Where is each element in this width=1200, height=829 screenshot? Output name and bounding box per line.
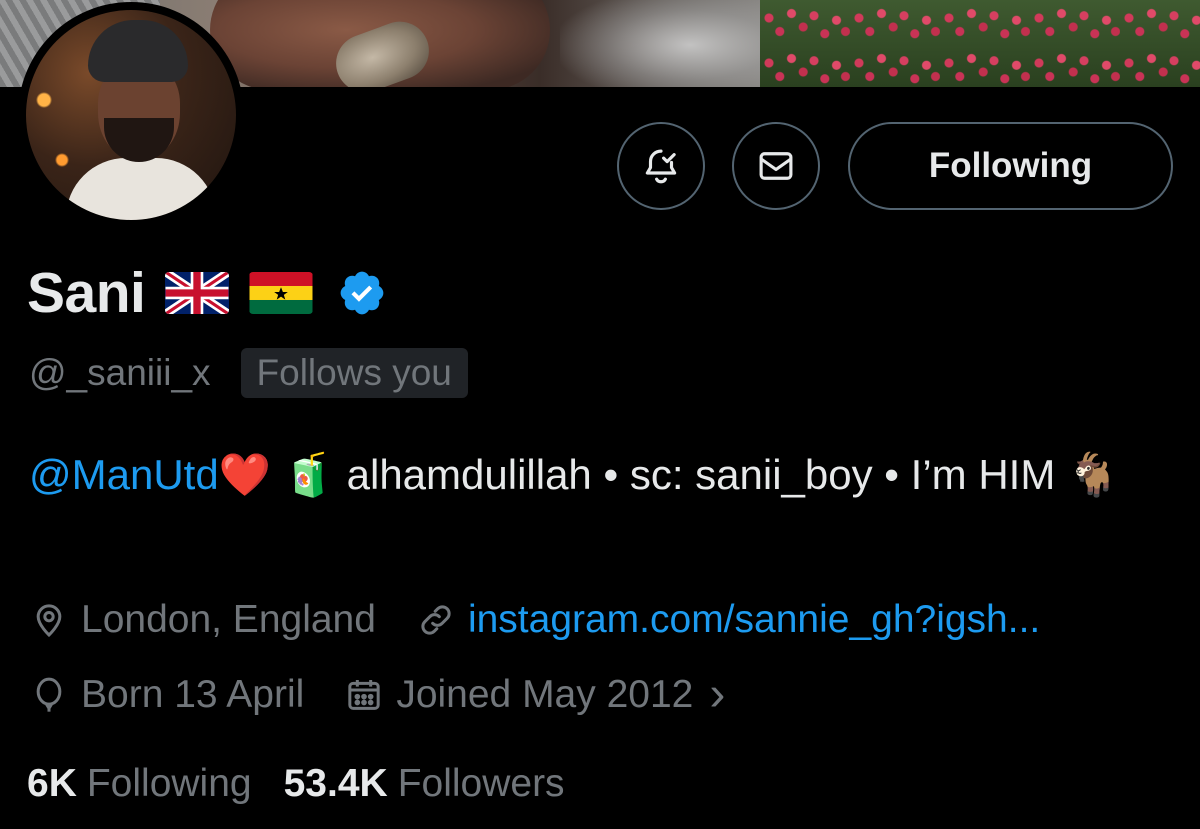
following-button[interactable]: Following bbox=[848, 122, 1173, 210]
chevron-right-icon: › bbox=[709, 668, 726, 721]
website-link[interactable]: instagram.com/sannie_gh?igsh... bbox=[468, 598, 1040, 642]
location-pin-icon bbox=[36, 604, 62, 638]
joined-item[interactable]: Joined May 2012 › bbox=[344, 668, 726, 721]
profile-name-row: Sani bbox=[27, 258, 387, 328]
following-label: Following bbox=[86, 762, 252, 805]
verified-badge-icon[interactable] bbox=[337, 268, 387, 318]
followers-count: 53.4K bbox=[283, 762, 388, 805]
balloon-icon bbox=[36, 677, 62, 712]
bell-check-icon bbox=[645, 149, 677, 184]
location-text: London, England bbox=[81, 598, 376, 641]
profile-meta-row-2: Born 13 April Joined May 2012 › bbox=[29, 667, 725, 723]
birthday-text: Born 13 April bbox=[81, 673, 305, 716]
heart-emoji: ❤️ bbox=[218, 450, 271, 499]
location-item: London, England bbox=[29, 598, 376, 642]
ghana-flag-icon bbox=[249, 272, 313, 314]
followers-stat[interactable]: 53.4K Followers bbox=[284, 762, 565, 806]
bio-text: alhamdulillah • sc: sanii_boy • I’m HIM bbox=[334, 451, 1067, 498]
banner-flowers-image bbox=[760, 0, 1200, 87]
follows-you-badge: Follows you bbox=[240, 348, 468, 398]
joined-text: Joined May 2012 bbox=[396, 673, 694, 716]
calendar-icon bbox=[348, 680, 380, 710]
profile-name: Sani bbox=[27, 261, 146, 325]
profile-handle: @_saniii_x bbox=[29, 352, 211, 393]
birthday-item: Born 13 April bbox=[29, 673, 304, 717]
avatar[interactable] bbox=[18, 2, 244, 228]
followers-label: Followers bbox=[397, 762, 565, 805]
juice-box-emoji: 🧃 bbox=[282, 450, 335, 499]
handle-row: @_saniii_x Follows you bbox=[29, 346, 468, 400]
following-count: 6K bbox=[27, 762, 77, 805]
bio-mention-link[interactable]: @ManUtd bbox=[29, 451, 219, 498]
profile-bio: @ManUtd❤️ 🧃 alhamdulillah • sc: sanii_bo… bbox=[29, 443, 1169, 506]
notifications-button[interactable] bbox=[617, 122, 705, 210]
link-icon bbox=[421, 605, 451, 635]
message-button[interactable] bbox=[732, 122, 820, 210]
uk-flag-icon bbox=[165, 272, 230, 314]
following-stat[interactable]: 6K Following bbox=[27, 762, 252, 806]
goat-emoji: 🐐 bbox=[1066, 450, 1120, 499]
avatar-photo bbox=[26, 10, 236, 220]
website-item[interactable]: instagram.com/sannie_gh?igsh... bbox=[416, 598, 1040, 642]
follow-stats: 6K Following 53.4K Followers bbox=[27, 756, 565, 812]
envelope-icon bbox=[759, 152, 793, 180]
profile-meta-row: London, England instagram.com/sannie_gh?… bbox=[29, 592, 1040, 648]
